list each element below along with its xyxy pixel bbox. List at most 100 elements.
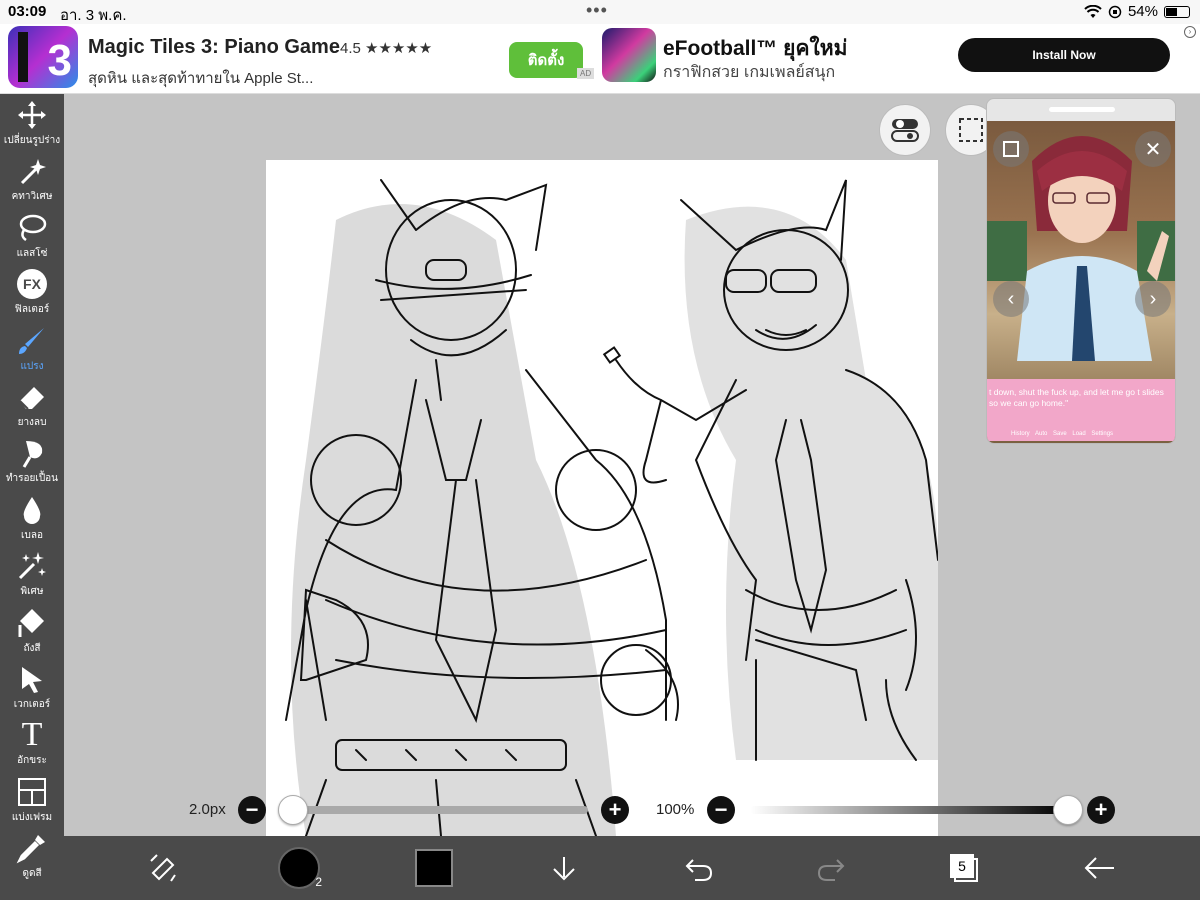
tool-sidebar: เปลี่ยนรูปร่างคทาวิเศษแลสโซ่ FX ฟิลเตอร์แป… (0, 94, 64, 900)
toggle-icon (891, 119, 919, 142)
undo-button[interactable] (674, 836, 724, 900)
opacity-label: 100% (656, 801, 695, 818)
pip-drag-handle[interactable] (1049, 107, 1115, 112)
tool-magic-wand[interactable]: คทาวิเศษ (0, 154, 64, 210)
battery-icon (1164, 5, 1190, 18)
tool-label: ดูดสี (22, 868, 42, 880)
tool-frame-divider[interactable]: แบ่งเฟรม (0, 775, 64, 831)
ad1-title[interactable]: Magic Tiles 3: Piano Game (88, 36, 340, 59)
pip-dialog-text: t down, shut the fuck up, and let me go … (989, 387, 1164, 408)
ad1-install-button[interactable]: ติดตั้ง (509, 42, 583, 78)
sketch-artwork (285, 179, 938, 836)
toggle-settings-button[interactable] (879, 104, 931, 156)
back-button[interactable] (1074, 836, 1124, 900)
tool-move[interactable]: เปลี่ยนรูปร่าง (0, 98, 64, 154)
pip-previous-icon[interactable]: ‹ (993, 281, 1029, 317)
battery-percent: 54% (1127, 3, 1158, 20)
opacity-decrease-button[interactable]: − (707, 796, 735, 824)
multitask-dots-icon[interactable]: ••• (586, 0, 608, 21)
status-bar: 03:09 อา. 3 พ.ค. ••• 54% (0, 0, 1200, 24)
ad1-icon-number: 3 (47, 36, 72, 85)
tool-label: แลสโซ่ (16, 247, 48, 259)
tool-brush[interactable]: แปรง (0, 324, 64, 380)
piano-tile-shape (18, 32, 28, 82)
pip-expand-icon[interactable] (993, 131, 1029, 167)
pip-next-icon[interactable]: › (1135, 281, 1171, 317)
status-right: 54% (1084, 3, 1190, 20)
magic-wand-icon (15, 154, 49, 188)
brush-icon (15, 324, 49, 358)
download-button[interactable] (539, 836, 589, 900)
blur-icon (15, 493, 49, 527)
ad1-subtitle: สุดหิน และสุดท้าทายใน Apple St... (88, 70, 314, 87)
brush-size-decrease-button[interactable]: − (238, 796, 266, 824)
text-icon: T (21, 716, 43, 754)
tool-eyedropper[interactable]: ดูดสี (0, 831, 64, 887)
brush-size-label: 2.0px (189, 801, 226, 818)
tool-label: เปลี่ยนรูปร่าง (3, 135, 61, 146)
brush-dot-icon: 2 (278, 847, 322, 889)
redo-icon (817, 859, 845, 881)
tool-label: แปรง (20, 360, 44, 372)
layers-count: 5 (950, 854, 974, 878)
tool-blur[interactable]: เบลอ (0, 493, 64, 549)
tool-smudge[interactable]: ทำรอยเปื้อน (0, 436, 64, 492)
tool-label: อักขระ (17, 755, 47, 767)
special-icon (15, 549, 49, 583)
layers-button[interactable]: 5 (939, 836, 989, 900)
brush-size-knob[interactable] (278, 795, 308, 825)
opacity-knob[interactable] (1053, 795, 1083, 825)
status-time: 03:09 (8, 3, 47, 20)
redo-button[interactable] (806, 836, 856, 900)
frame-divider-icon (15, 775, 49, 809)
color-swatch-icon (415, 849, 453, 887)
lasso-icon (15, 211, 49, 245)
tool-vector[interactable]: เวกเตอร์ (0, 662, 64, 718)
ad-banner[interactable]: 3 Magic Tiles 3: Piano Game 4.5 ★★★★★ สุ… (0, 24, 1200, 94)
brush-size-track[interactable] (293, 806, 588, 814)
brush-size-increase-button[interactable]: + (601, 796, 629, 824)
opacity-track[interactable] (750, 806, 1068, 814)
back-arrow-icon (1084, 857, 1114, 879)
battery-level (1166, 7, 1178, 16)
eraser-icon (15, 380, 49, 414)
ad2-install-button[interactable]: Install Now (958, 38, 1170, 72)
orientation-lock-icon (1108, 5, 1122, 18)
tool-label: เบลอ (21, 529, 43, 541)
drawing-canvas[interactable] (266, 160, 938, 836)
brush-size-badge: 2 (315, 875, 322, 889)
ad2-subtitle: กราฟิกสวย เกมเพลย์สนุก (663, 64, 836, 81)
tool-fx[interactable]: FX ฟิลเตอร์ (0, 267, 64, 323)
dashed-selection-icon (959, 118, 983, 142)
brush-size-preview-button[interactable]: 2 (274, 836, 324, 900)
tool-bucket[interactable]: ถังสี (0, 606, 64, 662)
bucket-icon (15, 606, 49, 640)
wifi-icon (1084, 4, 1102, 18)
opacity-increase-button[interactable]: + (1087, 796, 1115, 824)
pip-dialog-box: t down, shut the fuck up, and let me go … (987, 379, 1175, 441)
bottom-toolbar: 2 5 (64, 836, 1200, 900)
tool-eraser[interactable]: ยางลบ (0, 380, 64, 436)
ad-close-icon[interactable]: › (1184, 26, 1196, 38)
tool-label: ทำรอยเปื้อน (5, 473, 59, 485)
tool-label: เวกเตอร์ (13, 699, 51, 710)
efootball-app-icon[interactable] (602, 28, 656, 82)
transform-tools-button[interactable] (134, 836, 194, 900)
video-pip-window[interactable]: t down, shut the fuck up, and let me go … (986, 98, 1176, 444)
down-arrow-icon (553, 857, 575, 881)
layers-icon: 5 (948, 852, 980, 884)
tool-label: ยางลบ (17, 417, 47, 428)
tool-label: คทาวิเศษ (11, 191, 53, 203)
pip-game-menu: History Auto Save Load Settings (1011, 431, 1114, 437)
magic-tiles-app-icon[interactable]: 3 (8, 26, 78, 88)
tool-label: แบ่งเฟรม (11, 811, 53, 823)
ad-tag: AD (577, 68, 595, 79)
tool-special[interactable]: พิเศษ (0, 549, 64, 605)
brush-swap-icon (150, 854, 176, 882)
tool-label: ฟิลเตอร์ (14, 304, 50, 316)
undo-icon (685, 859, 713, 881)
tool-lasso[interactable]: แลสโซ่ (0, 211, 64, 267)
pip-close-icon[interactable]: ✕ (1135, 131, 1171, 167)
tool-text[interactable]: T อักขระ (0, 716, 64, 774)
color-picker-button[interactable] (409, 836, 459, 900)
